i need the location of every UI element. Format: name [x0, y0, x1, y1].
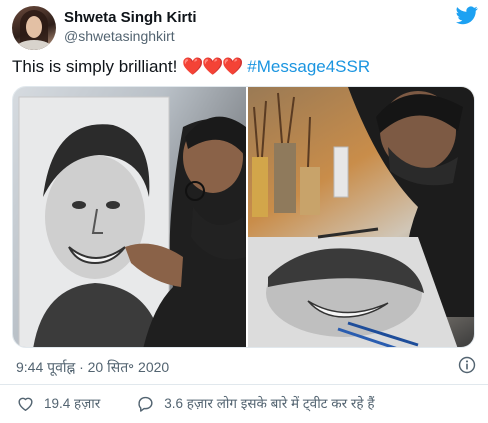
like-button[interactable]: 19.4 हज़ार [16, 394, 100, 413]
media-grid [12, 86, 475, 348]
tweet-timestamp[interactable]: 9:44 पूर्वाह्न · 20 सित॰ 2020 [16, 358, 169, 377]
action-bar: 19.4 हज़ार 3.6 हज़ार लोग इसके बारे में ट… [16, 392, 375, 414]
user-handle[interactable]: @shwetasinghkirt [64, 27, 197, 46]
footer-divider [0, 384, 488, 385]
heart-emoji: ❤️❤️❤️ [182, 57, 244, 76]
hashtag-link[interactable]: #Message4SSR [247, 57, 370, 76]
display-name[interactable]: Shweta Singh Kirti [64, 9, 197, 27]
info-icon[interactable] [458, 356, 476, 374]
heart-outline-icon [18, 397, 33, 411]
like-count: 19.4 हज़ार [44, 396, 101, 411]
avatar[interactable] [12, 6, 56, 50]
author-names[interactable]: Shweta Singh Kirti @shwetasinghkirt [64, 9, 197, 46]
tweet-card: Shweta Singh Kirti @shwetasinghkirt This… [0, 0, 488, 423]
photo-portrait-closeup[interactable] [248, 87, 474, 347]
speech-bubble-icon [138, 396, 153, 412]
discussion-text: 3.6 हज़ार लोग इसके बारे में ट्वीट कर रहे… [164, 396, 375, 411]
tweet-text: This is simply brilliant! ❤️❤️❤️ #Messag… [12, 56, 370, 78]
discussion-link[interactable]: 3.6 हज़ार लोग इसके बारे में ट्वीट कर रहे… [136, 394, 375, 413]
tweet-body: This is simply brilliant! [12, 57, 183, 76]
photo-artist-drawing-portrait[interactable] [13, 87, 246, 347]
twitter-bird-icon[interactable] [456, 6, 478, 25]
tweet-header: Shweta Singh Kirti @shwetasinghkirt [12, 6, 478, 50]
